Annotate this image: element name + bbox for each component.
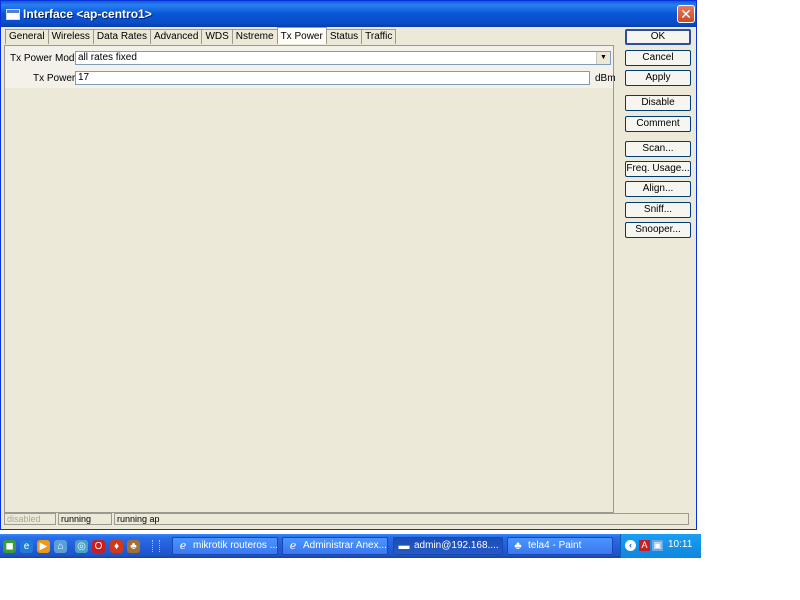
- tab-tx-power[interactable]: Tx Power: [276, 27, 327, 44]
- paint-icon: ♣: [514, 540, 522, 552]
- task-mikrotik-routeros[interactable]: ℯ mikrotik routeros ...: [172, 537, 278, 555]
- status-running: running: [58, 513, 112, 525]
- tab-traffic[interactable]: Traffic: [361, 29, 397, 44]
- tx-power-label: Tx Power:: [33, 73, 79, 84]
- ok-button[interactable]: OK: [625, 29, 691, 45]
- status-running-ap: running ap: [114, 513, 689, 525]
- sniff-button[interactable]: Sniff...: [625, 202, 691, 218]
- system-tray: ‹ A ▣ 10:11: [620, 534, 701, 558]
- tx-power-form: Tx Power Mode: all rates fixed ▼ Tx Powe…: [5, 46, 616, 88]
- tab-general[interactable]: General: [5, 29, 49, 44]
- cancel-button[interactable]: Cancel: [625, 50, 691, 66]
- status-bar: disabled running running ap: [4, 513, 691, 526]
- tx-power-mode-select[interactable]: all rates fixed ▼: [75, 51, 611, 65]
- task-label: tela4 - Paint: [528, 540, 582, 551]
- shield-icon[interactable]: ♦: [110, 540, 123, 553]
- tx-power-input[interactable]: 17: [75, 71, 590, 85]
- taskbar-grip[interactable]: [152, 540, 160, 552]
- tx-power-unit: dBm: [595, 73, 616, 84]
- freq-usage-button[interactable]: Freq. Usage...: [625, 161, 691, 177]
- winbox-icon[interactable]: ♣: [127, 540, 140, 553]
- chevron-down-icon[interactable]: ▼: [596, 52, 610, 64]
- scan-button[interactable]: Scan...: [625, 141, 691, 157]
- tab-wds[interactable]: WDS: [201, 29, 233, 44]
- align-button[interactable]: Align...: [625, 181, 691, 197]
- task-label: Administrar Anex...: [303, 540, 387, 551]
- tx-power-mode-value: all rates fixed: [78, 52, 137, 63]
- desktop-icon[interactable]: ◼: [3, 540, 16, 553]
- disable-button[interactable]: Disable: [625, 95, 691, 111]
- ie-icon[interactable]: e: [20, 540, 33, 553]
- ie-icon: ℯ: [179, 540, 187, 552]
- tab-nstreme[interactable]: Nstreme: [231, 29, 278, 44]
- task-label: admin@192.168....: [414, 540, 499, 551]
- comment-button[interactable]: Comment: [625, 116, 691, 132]
- tx-power-value: 17: [78, 72, 90, 83]
- network-icon[interactable]: ⌂: [54, 540, 67, 553]
- tab-advanced[interactable]: Advanced: [149, 29, 203, 44]
- title-bar[interactable]: Interface <ap-centro1> ✕: [1, 1, 696, 27]
- clock[interactable]: 10:11: [668, 539, 692, 550]
- monitor-icon[interactable]: ▣: [652, 540, 663, 551]
- task-paint[interactable]: ♣ tela4 - Paint: [507, 537, 613, 555]
- app-icon[interactable]: ◎: [75, 540, 88, 553]
- tab-bar: General Wireless Data Rates Advanced WDS…: [5, 27, 397, 45]
- window-icon: [6, 9, 20, 20]
- terminal-icon: ▬: [398, 540, 410, 552]
- tab-status[interactable]: Status: [325, 29, 363, 44]
- tx-power-mode-label: Tx Power Mode:: [10, 53, 83, 64]
- apply-button[interactable]: Apply: [625, 70, 691, 86]
- tab-data-rates[interactable]: Data Rates: [92, 29, 151, 44]
- tab-wireless[interactable]: Wireless: [47, 29, 94, 44]
- task-label: mikrotik routeros ...: [193, 540, 278, 551]
- close-button[interactable]: ✕: [677, 5, 695, 23]
- status-disabled: disabled: [4, 513, 56, 525]
- tab-panel: Tx Power Mode: all rates fixed ▼ Tx Powe…: [4, 45, 616, 513]
- media-icon[interactable]: ▶: [37, 540, 50, 553]
- pdf-icon[interactable]: A: [639, 540, 650, 551]
- opera-icon[interactable]: O: [92, 540, 105, 553]
- task-admin-terminal[interactable]: ▬ admin@192.168....: [393, 537, 503, 555]
- task-administrar-anexo[interactable]: ℯ Administrar Anex...: [282, 537, 388, 555]
- taskbar: ◼ e ▶ ⌂ ◎ O ♦ ♣ ℯ mikrotik routeros ... …: [0, 534, 701, 558]
- snooper-button[interactable]: Snooper...: [625, 222, 691, 238]
- chevron-left-icon[interactable]: ‹: [625, 540, 636, 551]
- ie-icon: ℯ: [289, 540, 297, 552]
- interface-window: Interface <ap-centro1> ✕ General Wireles…: [0, 0, 697, 530]
- window-title: Interface <ap-centro1>: [23, 7, 152, 21]
